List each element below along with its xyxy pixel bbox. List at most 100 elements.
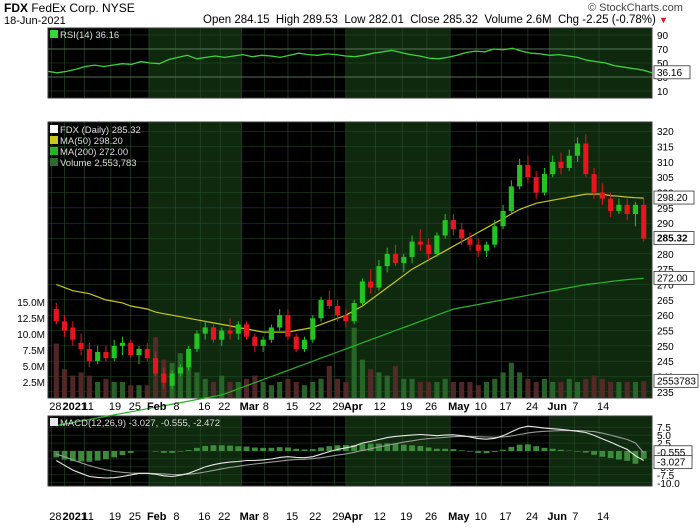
volume-bar xyxy=(483,382,490,398)
volume-bar xyxy=(500,372,506,398)
rsi-last-label: 36.16 xyxy=(657,68,682,79)
volume-bar xyxy=(268,385,274,398)
candle-body xyxy=(128,342,134,356)
volume-bar xyxy=(95,382,101,398)
volume-bar xyxy=(128,385,134,398)
macd-histogram-bar xyxy=(624,451,631,461)
macd-histogram-bar xyxy=(218,445,225,451)
x-axis-label: 24 xyxy=(526,401,538,413)
candle-body xyxy=(210,327,217,340)
price-tick-label: 280 xyxy=(657,250,674,261)
volume-bar xyxy=(144,385,150,398)
candle-body xyxy=(492,226,498,245)
price-tick-label: 305 xyxy=(657,173,674,184)
candle-body xyxy=(541,174,548,193)
x-axis-label: 22 xyxy=(218,401,230,413)
volume-bar xyxy=(285,378,291,398)
volume-bar xyxy=(434,382,440,398)
x-axis-label: 26 xyxy=(425,511,437,523)
macd-histogram-bar xyxy=(210,445,217,451)
volume-bar xyxy=(566,378,572,398)
volume-bar xyxy=(359,359,365,398)
volume-bar xyxy=(632,382,639,398)
macd-histogram-bar xyxy=(111,451,118,458)
x-axis-label: 11 xyxy=(82,401,93,413)
macd-histogram-bar xyxy=(127,451,134,453)
rsi-tick-label: 90 xyxy=(657,31,669,42)
x-axis-label: 25 xyxy=(129,401,141,413)
price-tick-label: 255 xyxy=(657,327,674,338)
volume-bar xyxy=(70,375,76,398)
macd-histogram-bar xyxy=(524,444,531,451)
candle-body xyxy=(616,204,622,211)
macd-histogram-bar xyxy=(243,446,250,451)
price-legend-entry: FDX (Daily) 285.32 xyxy=(60,125,141,136)
candle-body xyxy=(152,358,159,374)
macd-histogram-bar xyxy=(235,446,242,451)
candle-body xyxy=(517,164,523,187)
candle-body xyxy=(343,315,349,322)
rsi-legend: RSI(14) 36.16 xyxy=(60,30,119,41)
candle-body xyxy=(525,164,531,178)
candle-body xyxy=(574,143,581,156)
volume-bar xyxy=(86,375,92,398)
volume-bar xyxy=(574,382,581,398)
volume-bar xyxy=(186,366,192,398)
candle-body xyxy=(78,342,84,349)
x-axis-label: 8 xyxy=(173,401,179,413)
candle-body xyxy=(202,327,208,334)
x-axis-label: 26 xyxy=(425,401,437,413)
volume-bar xyxy=(194,372,200,398)
candle-body xyxy=(566,155,572,168)
macd-histogram-bar xyxy=(326,446,333,451)
macd-histogram-bar xyxy=(268,447,275,451)
x-axis-label: 8 xyxy=(263,401,269,413)
x-axis-label: 8 xyxy=(263,511,269,523)
candle-body xyxy=(392,253,399,264)
volume-bar xyxy=(318,378,324,398)
ma50-last-label: 298.20 xyxy=(657,193,688,204)
ma200-last-label: 272.00 xyxy=(657,273,688,284)
candle-body xyxy=(310,318,316,340)
volume-tick-label: 7.5M xyxy=(23,346,45,357)
macd-histogram-bar xyxy=(202,445,209,451)
macd-histogram-bar xyxy=(409,445,415,451)
candle-body xyxy=(417,241,423,245)
candle-body xyxy=(285,315,291,337)
candle-body xyxy=(277,315,283,328)
volume-bar xyxy=(335,378,341,398)
x-axis-label: 15 xyxy=(286,511,298,523)
volume-bar xyxy=(624,382,630,398)
macd-histogram-bar xyxy=(260,447,267,451)
candle-body xyxy=(450,220,456,230)
candle-body xyxy=(608,198,614,211)
candle-body xyxy=(624,204,630,214)
macd-histogram-bar xyxy=(500,449,506,451)
candle-body xyxy=(351,302,357,322)
macd-histogram-bar xyxy=(475,451,482,453)
macd-histogram-bar xyxy=(558,449,564,451)
volume-bar xyxy=(103,378,109,398)
candle-body xyxy=(467,238,473,245)
x-axis-label: 14 xyxy=(597,401,609,413)
x-axis-label: 8 xyxy=(173,511,179,523)
volume-bar xyxy=(136,385,142,398)
candle-body xyxy=(95,352,101,362)
candle-body xyxy=(500,210,506,227)
volume-bar xyxy=(409,378,415,398)
volume-bar xyxy=(376,372,382,398)
x-axis-label: 22 xyxy=(309,511,321,523)
macd-histogram-bar xyxy=(309,449,316,451)
macd-histogram-bar xyxy=(433,448,440,451)
x-axis-label: 11 xyxy=(82,511,93,523)
volume-bar xyxy=(351,327,357,398)
price-legend-swatch xyxy=(50,136,58,144)
price-legend-entry: MA(200) 272.00 xyxy=(60,147,128,158)
candle-body xyxy=(103,352,109,359)
volume-tick-label: 12.5M xyxy=(17,314,45,325)
volume-bar xyxy=(508,362,514,398)
x-axis-label: Feb xyxy=(147,401,167,413)
candle-body xyxy=(401,256,407,264)
macd-histogram-bar xyxy=(616,451,622,460)
price-tick-label: 235 xyxy=(657,388,674,399)
